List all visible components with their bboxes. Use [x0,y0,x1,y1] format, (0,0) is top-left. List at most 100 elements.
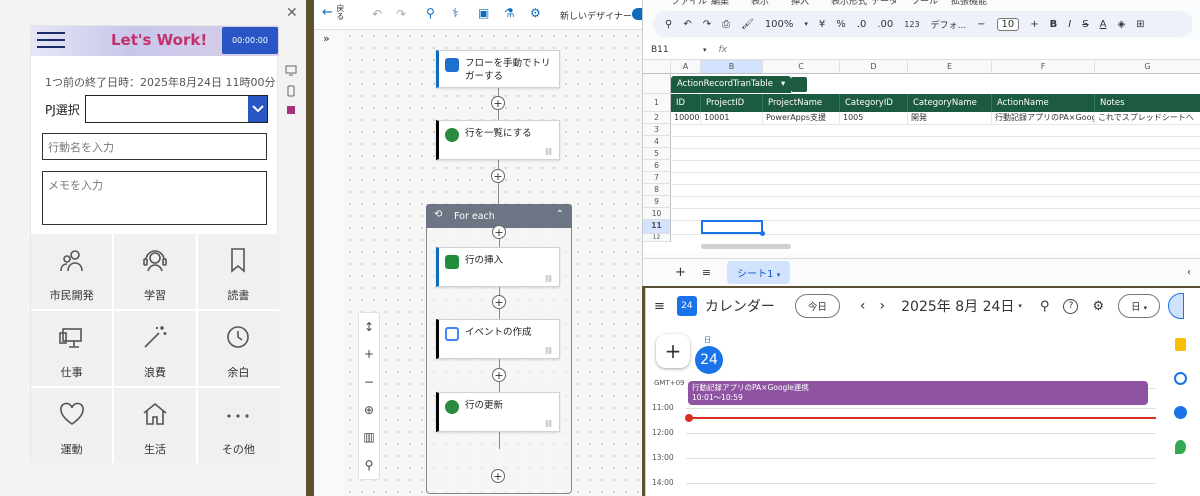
menu-item[interactable]: 編集 [711,0,729,7]
sheet-tab[interactable]: シート1 ▾ [727,261,791,284]
list-rows-card[interactable]: 行を一覧にする ⛓ [436,120,560,160]
new-designer-toggle[interactable] [632,8,642,20]
column-header[interactable]: C [763,60,840,74]
chevron-down-icon[interactable] [248,96,267,122]
table-cell[interactable]: 開発 [908,112,992,124]
print-icon[interactable]: ⎙ [722,19,730,30]
row-header[interactable]: 6 [643,160,671,172]
table-cell[interactable]: 10001 [701,112,763,124]
name-box[interactable]: B11 [643,45,703,55]
search-icon[interactable]: ⚲ [365,458,374,472]
add-sheet-icon[interactable]: + [675,265,686,280]
menu-item[interactable]: 表示形式 [831,0,867,7]
action-name-input[interactable]: 行動名を入力 [42,133,267,160]
category-tile[interactable]: 学習 [114,234,196,309]
map-icon[interactable]: ▥ [363,430,374,444]
category-tile[interactable]: 読書 [197,234,279,309]
percent-icon[interactable]: % [836,19,846,30]
trigger-card[interactable]: フローを手動でトリガーする [436,50,560,88]
add-step-button[interactable]: + [492,295,506,309]
font-size-input[interactable]: 10 [996,17,1020,31]
font-select[interactable]: デフォ... [931,18,967,31]
row-header[interactable]: 3 [643,124,671,136]
font-size-decrease-icon[interactable]: − [977,19,985,30]
settings-icon[interactable]: ⚙ [530,6,541,20]
fill-color-icon[interactable]: ◈ [1117,19,1125,30]
expand-icon[interactable]: » [323,32,330,45]
insert-row-card[interactable]: 行の挿入 ⛓ [436,247,560,287]
menu-item[interactable]: 表示 [751,0,769,7]
menu-item[interactable]: ツール [911,0,938,7]
timer-button[interactable]: 00:00:00 [222,27,278,54]
create-event-card[interactable]: イベントの作成 ⛓ [436,319,560,359]
calendar-event[interactable]: 行動記録アプリのPA×Google連携 10:01～10:59 [688,381,1148,405]
header-cell[interactable]: Notes [1095,94,1200,112]
category-tile[interactable]: その他 [197,388,279,463]
header-cell[interactable]: ProjectName [763,94,840,112]
help-icon[interactable]: ? [1063,298,1079,314]
column-header[interactable]: F [992,60,1095,74]
italic-icon[interactable]: I [1068,19,1071,30]
fit-icon[interactable]: ↕ [364,320,374,334]
hamburger-menu-icon[interactable]: ≡ [654,299,665,314]
table-icon[interactable] [791,77,807,92]
borders-icon[interactable]: ⊞ [1136,19,1144,30]
update-row-card[interactable]: 行の更新 ⛓ [436,392,560,432]
header-cell[interactable]: ActionName [992,94,1095,112]
chevron-right-icon[interactable]: › [880,298,886,314]
redo-icon[interactable]: ↷ [396,7,406,21]
currency-icon[interactable]: ¥ [819,19,825,30]
category-tile[interactable]: 浪費 [114,311,196,386]
zoom-in-icon[interactable]: + [364,347,374,361]
row-header[interactable]: 11 [643,220,671,234]
close-icon[interactable]: ✕ [286,5,298,21]
selected-cell[interactable] [701,220,763,234]
add-step-button[interactable]: + [492,368,506,382]
table-name-chip[interactable]: ActionRecordTranTable ▾ [671,76,792,93]
settings-icon[interactable]: ⚙ [1092,299,1104,314]
select-all[interactable] [643,60,671,74]
keep-icon[interactable] [1175,338,1186,351]
strikethrough-icon[interactable]: S [1082,19,1088,30]
zoom-select[interactable]: 100% [765,19,794,30]
chevron-up-icon[interactable]: ⌃ [556,209,564,220]
category-tile[interactable]: 市民開発 [31,234,113,309]
maps-icon[interactable] [1175,440,1186,454]
app-icon[interactable] [285,104,297,116]
back-button[interactable]: ← 戻る [322,4,357,20]
category-tile[interactable]: 運動 [31,388,113,463]
save-icon[interactable]: ▣ [478,6,489,20]
row-header[interactable]: 10 [643,208,671,220]
menu-item[interactable]: ファイル [671,0,707,7]
chevron-left-icon[interactable]: ‹ [1187,267,1191,278]
tablet-icon[interactable] [285,85,297,97]
fill-handle[interactable] [760,231,765,236]
project-dropdown[interactable] [85,95,268,123]
hamburger-menu-icon[interactable] [37,32,65,50]
zoom-out-icon[interactable]: − [364,375,374,389]
view-select[interactable]: 日 ▾ [1118,294,1161,318]
row-header[interactable]: 1 [643,94,671,112]
copilot-icon[interactable]: ⚲ [426,6,435,20]
header-cell[interactable]: ProjectID [701,94,763,112]
table-cell[interactable]: 行動記録アプリのPA×Goog [992,112,1095,124]
table-cell[interactable]: PowerApps支援 [763,112,840,124]
device-icon[interactable] [285,64,297,76]
font-size-increase-icon[interactable]: + [1030,19,1038,30]
contacts-icon[interactable] [1174,406,1187,419]
table-cell[interactable]: 100007 [671,112,701,124]
row-header[interactable]: 12 [643,234,671,242]
add-step-button[interactable]: + [491,169,505,183]
horizontal-scrollbar[interactable] [701,244,791,249]
header-cell[interactable]: CategoryName [908,94,992,112]
search-icon[interactable]: ⚲ [665,19,672,30]
decimal-decrease-icon[interactable]: .0 [857,19,867,30]
checker-icon[interactable]: ⚕ [452,6,459,20]
column-header[interactable]: G [1095,60,1200,74]
decimal-increase-icon[interactable]: .00 [877,19,893,30]
tasks-icon[interactable] [1174,372,1187,385]
table-cell[interactable]: 1005 [840,112,908,124]
category-tile[interactable]: 生活 [114,388,196,463]
text-color-icon[interactable]: A [1100,19,1107,30]
chevron-left-icon[interactable]: ‹ [860,298,866,314]
